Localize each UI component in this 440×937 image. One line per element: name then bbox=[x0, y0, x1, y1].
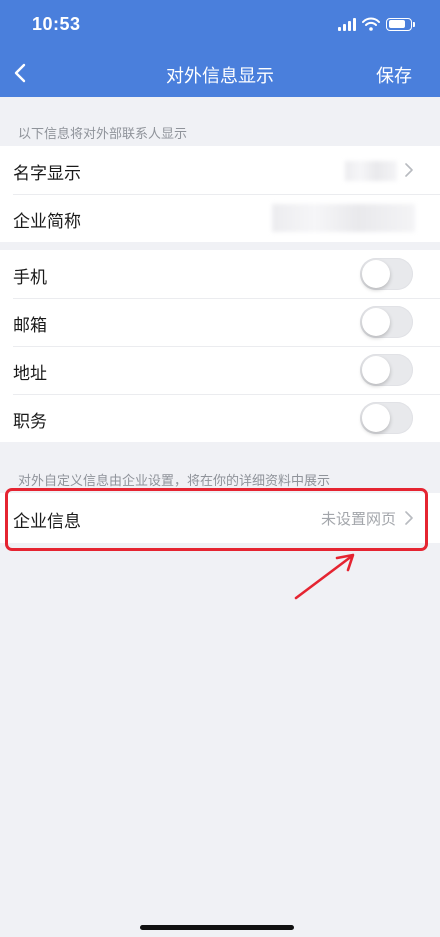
job-title-toggle[interactable] bbox=[360, 402, 413, 434]
home-indicator bbox=[140, 925, 294, 930]
row-label: 邮箱 bbox=[13, 316, 47, 336]
wifi-icon bbox=[362, 17, 380, 31]
page-title: 对外信息显示 bbox=[166, 66, 274, 87]
save-button[interactable]: 保存 bbox=[376, 62, 412, 88]
group-contact-toggles: 手机 邮箱 地址 职务 bbox=[0, 250, 440, 442]
nav-bar: 对外信息显示 保存 bbox=[0, 50, 440, 97]
row-address: 地址 bbox=[0, 346, 440, 394]
status-icons bbox=[338, 16, 415, 32]
group-external-info: 名字显示 企业简称 bbox=[0, 146, 440, 242]
row-label: 地址 bbox=[13, 364, 47, 384]
redacted-company-value bbox=[272, 204, 415, 232]
row-phone: 手机 bbox=[0, 250, 440, 298]
toggle-knob bbox=[362, 356, 390, 384]
row-email: 邮箱 bbox=[0, 298, 440, 346]
email-toggle[interactable] bbox=[360, 306, 413, 338]
phone-toggle[interactable] bbox=[360, 258, 413, 290]
status-bar: 10:53 bbox=[0, 0, 440, 50]
row-label: 手机 bbox=[13, 268, 47, 288]
toggle-knob bbox=[362, 308, 390, 336]
annotation-arrow-icon bbox=[294, 553, 355, 600]
row-label: 名字显示 bbox=[13, 164, 81, 184]
row-job-title: 职务 bbox=[0, 394, 440, 442]
section-hint-custom: 对外自定义信息由企业设置，将在你的详细资料中展示 bbox=[18, 474, 331, 489]
row-label: 职务 bbox=[13, 412, 47, 432]
toggle-knob bbox=[362, 404, 390, 432]
row-label: 企业简称 bbox=[13, 212, 81, 232]
row-company-short-name[interactable]: 企业简称 bbox=[0, 194, 440, 242]
row-name-display[interactable]: 名字显示 bbox=[0, 146, 440, 194]
signal-icon bbox=[338, 17, 356, 31]
toggle-knob bbox=[362, 260, 390, 288]
chevron-right-icon bbox=[405, 163, 413, 177]
redacted-name-value bbox=[345, 161, 397, 181]
address-toggle[interactable] bbox=[360, 354, 413, 386]
status-time: 10:53 bbox=[32, 14, 81, 34]
battery-icon bbox=[386, 17, 415, 31]
section-hint-external: 以下信息将对外部联系人显示 bbox=[18, 127, 188, 142]
annotation-highlight-box bbox=[5, 488, 428, 551]
